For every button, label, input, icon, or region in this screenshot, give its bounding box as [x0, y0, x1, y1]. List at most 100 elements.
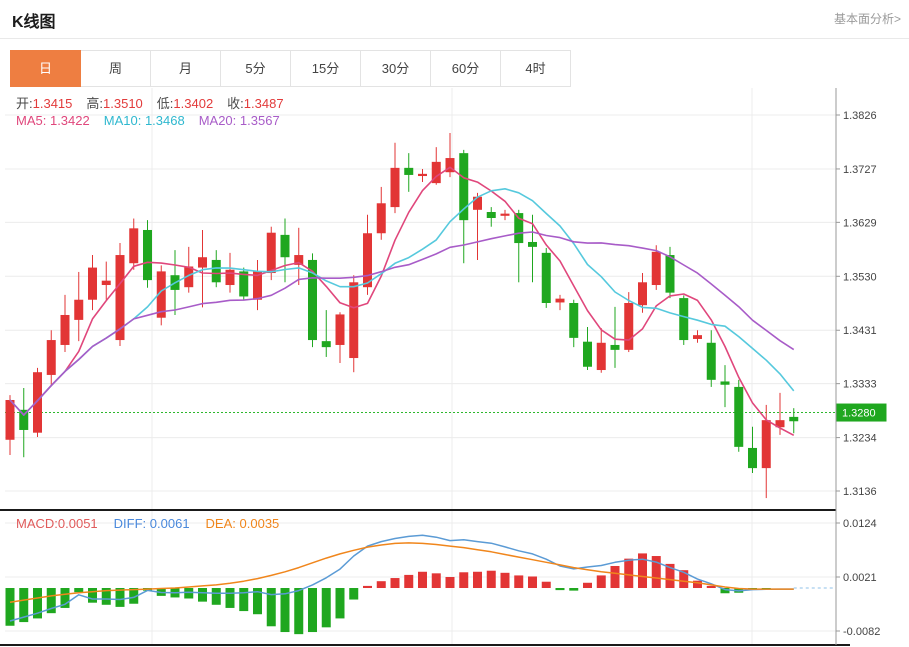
macd-histogram-bar	[349, 588, 358, 600]
header-divider	[0, 38, 909, 39]
dea-line	[10, 543, 794, 602]
macd-histogram-bar	[624, 559, 633, 588]
macd-histogram-bar	[432, 573, 441, 588]
candle-body	[666, 255, 675, 293]
ma20-line	[10, 232, 794, 415]
macd-histogram-bar	[391, 578, 400, 588]
candle-body	[734, 387, 743, 447]
candle-body	[212, 260, 221, 282]
tab-week[interactable]: 周	[81, 50, 151, 87]
candle-body	[404, 168, 413, 175]
price-axis-label: 1.3431	[843, 325, 877, 337]
current-price-tag-label: 1.3280	[842, 408, 876, 420]
candle-body	[459, 153, 468, 220]
macd-axis-label: 0.0021	[843, 572, 877, 584]
candle-body	[61, 315, 70, 345]
candle-body	[611, 345, 620, 350]
candle-body	[569, 303, 578, 338]
macd-histogram-bar	[707, 586, 716, 588]
price-axis-label: 1.3826	[843, 110, 877, 122]
ma-readout: MA5: 1.3422MA10: 1.3468MA20: 1.3567	[16, 113, 280, 128]
kline-chart[interactable]: 1.3826 1.3727 1.3629 1.3530 1.3431 1.3333 1.32…	[0, 88, 909, 647]
macd-histogram-bar	[377, 581, 386, 588]
tab-60min[interactable]: 60分	[431, 50, 501, 87]
macd-histogram-bar	[473, 572, 482, 588]
macd-axis-label: 0.0124	[843, 518, 877, 530]
candle-body	[129, 228, 138, 263]
candle-body	[556, 299, 565, 303]
macd-histogram-bar	[322, 588, 331, 627]
candle-body	[528, 242, 537, 247]
ohlc-readout: 开:1.3415高:1.3510低:1.3402收:1.3487	[16, 93, 298, 112]
price-axis-label: 1.3234	[843, 433, 877, 445]
macd-axis-label: -0.0082	[843, 626, 880, 638]
macd-histogram-bar	[404, 575, 413, 588]
candle-body	[501, 214, 510, 216]
candle-body	[789, 417, 798, 421]
high-value: 1.3510	[103, 96, 143, 111]
macd-histogram-bar	[226, 588, 235, 608]
candle-body	[363, 233, 372, 287]
low-value: 1.3402	[173, 96, 213, 111]
kline-page: K线图 基本面分析> 日 周 月 5分 15分 30分 60分 4时 开:1.3…	[0, 0, 909, 647]
candle-body	[487, 212, 496, 218]
macd-histogram-bar	[363, 586, 372, 588]
macd-histogram-bar	[514, 575, 523, 588]
price-axis-label: 1.3629	[843, 217, 877, 229]
page-title: K线图	[12, 8, 56, 32]
candle-body	[583, 342, 592, 367]
tab-4hour[interactable]: 4时	[501, 50, 571, 87]
candle-body	[707, 343, 716, 380]
close-label: 收:	[227, 96, 244, 111]
macd-readout: MACD:0.0051DIFF: 0.0061DEA: 0.0035	[16, 516, 279, 531]
macd-histogram-bar	[459, 572, 468, 588]
price-axis-label: 1.3333	[843, 379, 877, 391]
candle-body	[198, 257, 207, 267]
macd-histogram-bar	[74, 588, 83, 592]
macd-histogram-bar	[611, 566, 620, 588]
low-label: 低:	[157, 96, 174, 111]
macd-histogram-bar	[212, 588, 221, 605]
candle-body	[349, 282, 358, 358]
macd-histogram-bar	[556, 588, 565, 590]
candle-body	[336, 314, 345, 345]
tab-15min[interactable]: 15分	[291, 50, 361, 87]
candle-body	[267, 233, 276, 273]
ma5-line	[10, 167, 794, 435]
price-axis-label: 1.3727	[843, 164, 877, 176]
macd-histogram-bar	[501, 573, 510, 588]
price-axis-label: 1.3136	[843, 486, 877, 498]
tab-month[interactable]: 月	[151, 50, 221, 87]
macd-histogram-bar	[294, 588, 303, 634]
candle-body	[624, 303, 633, 350]
candle-body	[6, 400, 15, 440]
macd-histogram-bar	[597, 575, 606, 588]
candle-body	[47, 340, 56, 375]
candle-body	[281, 235, 290, 257]
price-axis-label: 1.3530	[843, 271, 877, 283]
tab-30min[interactable]: 30分	[361, 50, 431, 87]
macd-histogram-bar	[88, 588, 97, 603]
candle-body	[473, 197, 482, 210]
macd-histogram-bar	[542, 582, 551, 588]
macd-histogram-bar	[308, 588, 317, 632]
tab-5min[interactable]: 5分	[221, 50, 291, 87]
candle-body	[542, 253, 551, 303]
candle-body	[74, 300, 83, 320]
candle-body	[679, 298, 688, 340]
diff-value: DIFF: 0.0061	[114, 516, 190, 531]
tab-day[interactable]: 日	[10, 50, 81, 87]
candle-body	[418, 174, 427, 176]
interval-tabs: 日 周 月 5分 15分 30分 60分 4时	[10, 50, 571, 87]
candle-body	[33, 372, 42, 432]
candle-body	[322, 341, 331, 347]
candle-body	[143, 230, 152, 280]
ma5-readout: MA5: 1.3422	[16, 113, 90, 128]
macd-value: MACD:0.0051	[16, 516, 98, 531]
fundamental-analysis-link[interactable]: 基本面分析>	[834, 10, 901, 27]
macd-histogram-bar	[184, 588, 193, 598]
diff-line	[10, 535, 794, 621]
candle-body	[377, 203, 386, 233]
macd-histogram-bar	[446, 577, 455, 588]
macd-histogram-bar	[569, 588, 578, 591]
